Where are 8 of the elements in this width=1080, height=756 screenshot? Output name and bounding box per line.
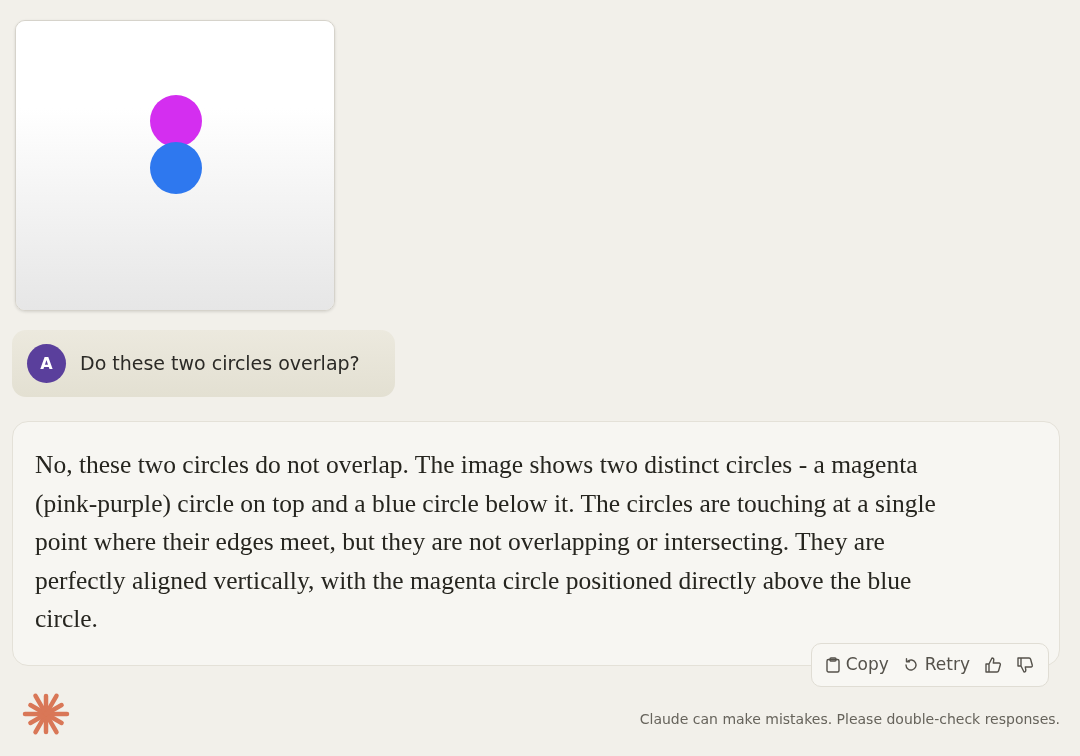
user-message-text: Do these two circles overlap? xyxy=(80,351,360,377)
response-text: No, these two circles do not overlap. The image shows two distinct circles - a magenta (pink-purple) circle on top and a blue circle below it. The circles are touching at a single point where their edges meet, but they are not overlapping or intersecting. They are perfectly aligned vertically, with the magenta circle positioned directly above the blue circle. xyxy=(35,449,937,635)
disclaimer-text: Claude can make mistakes. Please double-check responses. xyxy=(639,710,1060,729)
retry-button[interactable]: Retry xyxy=(898,650,974,680)
retry-icon xyxy=(902,656,919,673)
clipboard-icon xyxy=(825,656,840,673)
user-avatar: A xyxy=(27,344,66,383)
copy-button[interactable]: Copy xyxy=(821,650,893,680)
